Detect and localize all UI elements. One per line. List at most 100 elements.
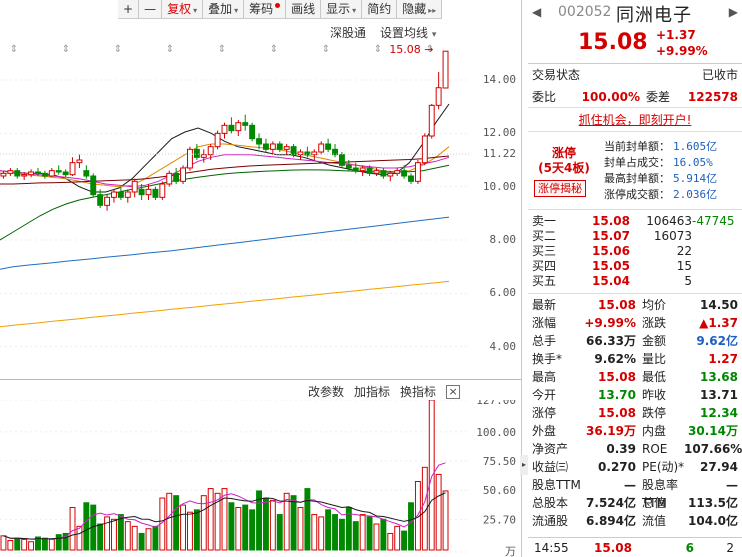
change-params-button[interactable]: 改参数 xyxy=(308,383,344,400)
volume-bar xyxy=(242,504,249,551)
tick-price: 15.08 xyxy=(594,540,632,555)
chart-area[interactable]: + — 复权 ▾ 叠加 ▾ 筹码 画线 显示 ▾ 简约 隐藏 ▸▸ 深股通 设置均线 ▾ ⇕ ⇕ ⇕ ⇕ ⇕ ⇕ ⇕… xyxy=(0,0,522,557)
candlestick-chart[interactable]: ⇕ ⇕ ⇕ ⇕ ⇕ ⇕ ⇕ ⇕ ⇕15.08 → xyxy=(0,40,470,360)
ma-setting-label: 设置均线 xyxy=(380,26,429,40)
stat-value: 107.66% xyxy=(684,442,742,456)
switch-indicator-button[interactable]: 换指标 xyxy=(400,383,436,400)
collapse-panel-icon[interactable]: ▸ xyxy=(520,455,528,475)
open-account-link[interactable]: 抓住机会，即刻开户! xyxy=(528,108,742,132)
hsgt-label[interactable]: 深股通 xyxy=(330,24,366,41)
chevron-icon: ▾ xyxy=(352,6,357,15)
bid-row[interactable]: 买三 15.06 22 xyxy=(528,244,742,259)
volume-bar xyxy=(69,506,76,551)
bid-label: 卖一 xyxy=(532,214,557,228)
hide-button[interactable]: 隐藏 ▸▸ xyxy=(397,0,443,19)
stat-label: 流值 xyxy=(642,514,667,528)
candle xyxy=(414,162,421,182)
candle xyxy=(83,170,90,177)
candle xyxy=(269,143,276,150)
limit-row-value: 2.036亿 xyxy=(673,188,718,201)
zoom-in-button[interactable]: + xyxy=(118,0,140,19)
candle xyxy=(290,146,297,156)
candle xyxy=(21,174,28,177)
draw-line-button-label: 画线 xyxy=(291,2,316,16)
simple-button[interactable]: 简约 xyxy=(362,0,398,19)
volume-tick: 50.60 xyxy=(483,484,516,497)
stat-row: 流通股 6.894亿 流值 104.0亿 xyxy=(528,512,742,530)
bid-label: 买二 xyxy=(532,229,557,243)
stat-value: 104.0亿 xyxy=(688,514,738,528)
price-change: +1.37 xyxy=(656,28,696,42)
candle xyxy=(62,171,69,176)
stat-value: 13.68 xyxy=(700,370,738,384)
stat-value: 12.34 xyxy=(700,406,738,420)
event-marker-icon[interactable]: ⇕ xyxy=(322,44,330,55)
trade-status-row: 交易状态 已收市 xyxy=(528,64,742,86)
weibi-label: 委比 xyxy=(532,89,557,104)
bid-qty: 106463 xyxy=(646,214,692,228)
candle xyxy=(180,167,187,182)
add-indicator-button[interactable]: 加指标 xyxy=(354,383,390,400)
ma-setting-button[interactable]: 设置均线 ▾ xyxy=(380,24,436,41)
draw-line-button[interactable]: 画线 xyxy=(286,0,322,19)
volume-bar xyxy=(193,509,200,551)
chevron-icon: ▸▸ xyxy=(428,6,437,15)
bid-row[interactable]: 买五 15.04 5 xyxy=(528,274,742,289)
bid-qty: 5 xyxy=(684,274,692,288)
bid-row[interactable]: 买四 15.05 15 xyxy=(528,259,742,274)
bid-row[interactable]: 卖一 15.08 106463 -47745 xyxy=(528,214,742,229)
kline-menu: 深股通 设置均线 ▾ xyxy=(330,24,436,41)
volume-bar xyxy=(366,516,373,551)
stock-name: 同洲电子 xyxy=(616,5,692,26)
volume-bar xyxy=(152,525,159,551)
stat-label: 今开 xyxy=(532,388,557,402)
candle xyxy=(7,170,14,174)
fuquan-dropdown[interactable]: 复权 ▾ xyxy=(162,0,204,19)
bid-row[interactable]: 买二 15.07 16073 xyxy=(528,229,742,244)
candle xyxy=(90,175,97,196)
stat-value: +9.99% xyxy=(584,316,636,330)
candle xyxy=(242,122,249,126)
stat-label: 均价 xyxy=(642,298,667,312)
display-dropdown[interactable]: 显示 ▾ xyxy=(321,0,363,19)
candle xyxy=(145,188,152,196)
stat-row: 最新 15.08 均价 14.50 xyxy=(528,296,742,314)
zoom-out-button[interactable]: — xyxy=(139,0,163,19)
volume-bar xyxy=(180,504,187,551)
overlay-dropdown[interactable]: 叠加 ▾ xyxy=(203,0,245,19)
next-stock-icon[interactable]: ▶ xyxy=(729,5,738,19)
event-marker-icon[interactable]: ⇕ xyxy=(114,44,122,55)
stat-value: 0.270 xyxy=(598,460,636,474)
stat-value: 36.19万 xyxy=(586,424,636,438)
volume-chart[interactable]: 127.00 100.00 75.50 50.60 25.70 万 xyxy=(0,400,522,557)
chips-button[interactable]: 筹码 xyxy=(244,0,287,19)
ma-line xyxy=(0,164,450,241)
limit-up-reveal-button[interactable]: 涨停揭秘 xyxy=(534,180,586,197)
volume-bar xyxy=(0,535,7,551)
stat-label: 最新 xyxy=(532,298,557,312)
event-marker-icon[interactable]: ⇕ xyxy=(218,44,226,55)
prev-stock-icon[interactable]: ◀ xyxy=(532,5,541,19)
stat-value: 27.94 xyxy=(700,460,738,474)
candle xyxy=(387,172,394,177)
close-icon[interactable]: × xyxy=(446,384,461,399)
limit-row: 封单占成交： 16.05% xyxy=(604,154,713,170)
stat-row: 涨停 15.08 跌停 12.34 xyxy=(528,404,742,422)
limit-row: 当前封单额： 1.605亿 xyxy=(604,138,717,154)
candle xyxy=(187,148,193,169)
stat-label: ROE xyxy=(642,442,668,456)
event-marker-icon[interactable]: ⇕ xyxy=(62,44,70,55)
quote-panel: ◀ 002052 同洲电子 ▶ 15.08 +1.37 +9.99% 交易状态 … xyxy=(528,0,742,557)
stat-label: 换手* xyxy=(532,352,563,366)
event-marker-icon[interactable]: ⇕ xyxy=(374,44,382,55)
price-tick: 4.00 xyxy=(489,339,517,353)
event-marker-icon[interactable]: ⇕ xyxy=(166,44,174,55)
stat-label: 内盘 xyxy=(642,424,667,438)
event-marker-icon[interactable]: ⇕ xyxy=(270,44,278,55)
bid-price: 15.04 xyxy=(592,274,630,288)
tick-volume: 6 xyxy=(685,540,694,555)
volume-bar xyxy=(21,538,28,551)
simple-button-label: 简约 xyxy=(367,2,392,16)
bid-qty: 16073 xyxy=(653,229,692,243)
event-marker-icon[interactable]: ⇕ xyxy=(10,44,18,55)
